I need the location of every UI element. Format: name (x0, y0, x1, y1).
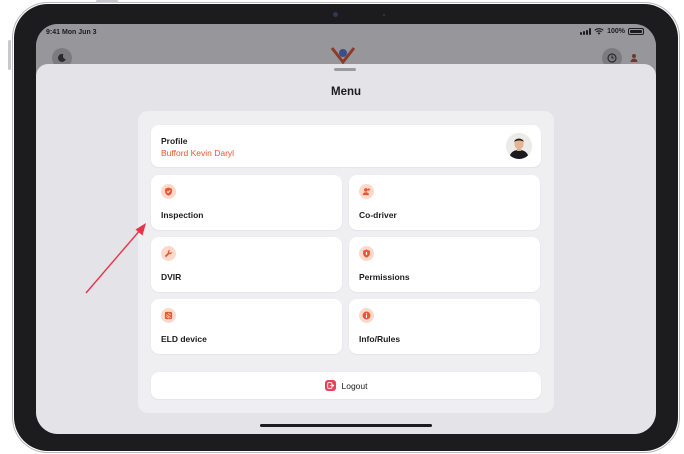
menu-item-permissions[interactable]: Permissions (349, 237, 540, 292)
device-top-button (96, 0, 118, 3)
app-logo-icon (330, 47, 356, 64)
menu-item-label: ELD device (161, 334, 207, 344)
menu-panel: Profile Bufford Kevin Daryl Inspection C… (138, 111, 554, 413)
screen: 9:41 Mon Jun 3 100% Menu Profile Bufford… (36, 24, 656, 434)
logout-label: Logout (341, 380, 368, 391)
status-time: 9:41 Mon Jun 3 (46, 29, 97, 36)
wifi-device-icon (161, 308, 176, 323)
battery-icon (628, 28, 644, 35)
menu-item-co-driver[interactable]: Co-driver (349, 175, 540, 230)
menu-item-label: Co-driver (359, 210, 397, 220)
logout-icon (324, 380, 336, 391)
home-indicator[interactable] (260, 424, 432, 427)
avatar (506, 133, 532, 159)
menu-item-eld-device[interactable]: ELD device (151, 299, 342, 354)
logout-button[interactable]: Logout (151, 372, 541, 399)
person-add-icon (359, 184, 374, 199)
info-icon (359, 308, 374, 323)
menu-item-info-rules[interactable]: Info/Rules (349, 299, 540, 354)
status-bar: 9:41 Mon Jun 3 100% (36, 24, 656, 42)
sheet-grabber[interactable] (334, 68, 356, 71)
wifi-icon (594, 28, 604, 35)
profile-card[interactable]: Profile Bufford Kevin Daryl (151, 125, 541, 167)
battery-percent: 100% (607, 28, 625, 35)
front-camera (333, 12, 338, 17)
menu-item-label: Permissions (359, 272, 410, 282)
wrench-icon (161, 246, 176, 261)
cellular-signal-icon (580, 28, 592, 35)
menu-item-dvir[interactable]: DVIR (151, 237, 342, 292)
sheet-title: Menu (330, 86, 362, 98)
menu-item-label: Info/Rules (359, 334, 401, 344)
device-side-button (8, 40, 11, 70)
menu-item-label: DVIR (161, 272, 182, 282)
profile-title: Profile (161, 136, 188, 146)
lock-shield-icon (359, 246, 374, 261)
menu-sheet: Menu Profile Bufford Kevin Daryl Inspect… (36, 64, 656, 434)
profile-name: Bufford Kevin Daryl (161, 148, 235, 158)
ambient-sensor (383, 14, 385, 16)
status-indicators: 100% (580, 28, 644, 35)
menu-item-label: Inspection (161, 210, 204, 220)
shield-check-icon (161, 184, 176, 199)
menu-item-inspection[interactable]: Inspection (151, 175, 342, 230)
